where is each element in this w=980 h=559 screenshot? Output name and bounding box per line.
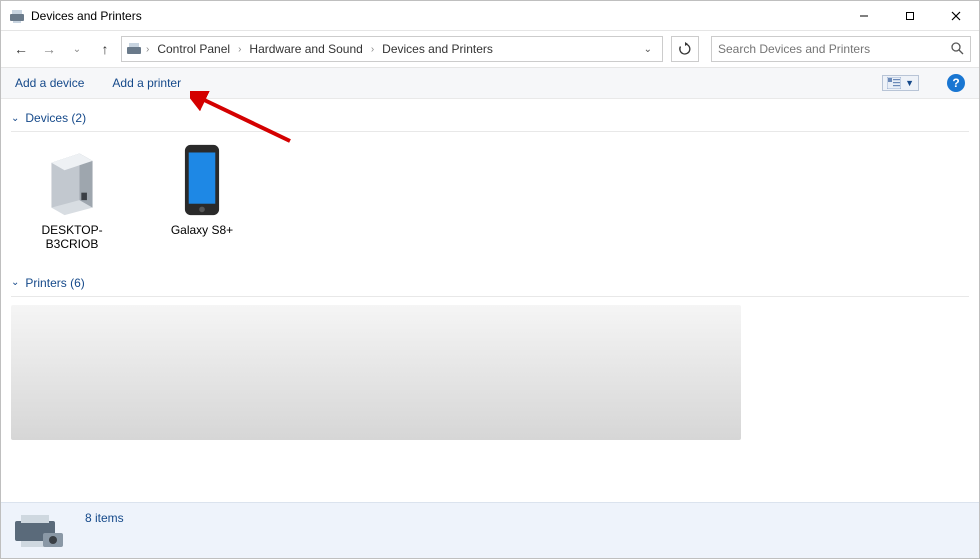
help-button[interactable]: ? [947, 74, 965, 92]
search-input[interactable] [718, 42, 950, 56]
add-device-button[interactable]: Add a device [15, 76, 84, 90]
address-dropdown[interactable]: ⌄ [638, 44, 658, 55]
view-options-button[interactable]: ▼ [882, 75, 919, 91]
add-printer-button[interactable]: Add a printer [112, 76, 181, 90]
device-item-desktop[interactable]: DESKTOP-B3CRIOB [17, 142, 127, 252]
printers-group-items [11, 305, 741, 440]
devices-group-items: DESKTOP-B3CRIOB Galaxy S8+ [11, 138, 969, 270]
device-label: DESKTOP-B3CRIOB [17, 223, 127, 252]
refresh-button[interactable] [671, 36, 699, 62]
breadcrumb-control-panel[interactable]: Control Panel [153, 42, 234, 56]
items-count-label: 8 items [85, 511, 124, 525]
search-box[interactable] [711, 36, 971, 62]
device-item-phone[interactable]: Galaxy S8+ [147, 142, 257, 252]
up-button[interactable]: ↑ [93, 37, 117, 61]
window-controls [841, 1, 979, 30]
group-header-devices[interactable]: ⌄ Devices (2) [11, 105, 969, 132]
forward-button[interactable]: → [37, 37, 61, 61]
devices-printers-icon [9, 8, 25, 24]
chevron-down-icon: ▼ [905, 78, 914, 88]
chevron-down-icon: ⌄ [11, 277, 19, 288]
chevron-right-icon[interactable]: › [144, 44, 151, 55]
back-button[interactable]: ← [9, 37, 33, 61]
breadcrumb-hardware-sound[interactable]: Hardware and Sound [245, 42, 366, 56]
group-label-printers: Printers (6) [25, 276, 84, 290]
devices-printers-icon [126, 41, 142, 57]
breadcrumb-devices-printers[interactable]: Devices and Printers [378, 42, 497, 56]
window: Devices and Printers ← → ⌄ ↑ › Control P… [0, 0, 980, 559]
maximize-button[interactable] [887, 1, 933, 31]
title-bar: Devices and Printers [1, 1, 979, 31]
devices-printers-icon [13, 511, 67, 551]
address-bar[interactable]: › Control Panel › Hardware and Sound › D… [121, 36, 663, 62]
details-pane: 8 items [1, 502, 979, 558]
group-label-devices: Devices (2) [25, 111, 86, 125]
minimize-button[interactable] [841, 1, 887, 31]
content-pane: ⌄ Devices (2) DESKTOP-B3CRIOB [1, 99, 979, 502]
close-button[interactable] [933, 1, 979, 31]
computer-tower-icon [37, 142, 107, 217]
chevron-down-icon: ⌄ [11, 113, 19, 124]
search-icon[interactable] [950, 41, 964, 58]
chevron-right-icon[interactable]: › [369, 44, 376, 55]
window-title: Devices and Printers [31, 9, 841, 23]
command-bar: Add a device Add a printer ▼ ? [1, 67, 979, 99]
nav-bar: ← → ⌄ ↑ › Control Panel › Hardware and S… [1, 31, 979, 67]
history-dropdown[interactable]: ⌄ [65, 37, 89, 61]
group-header-printers[interactable]: ⌄ Printers (6) [11, 270, 969, 297]
chevron-right-icon[interactable]: › [236, 44, 243, 55]
smartphone-icon [167, 142, 237, 217]
device-label: Galaxy S8+ [171, 223, 233, 237]
